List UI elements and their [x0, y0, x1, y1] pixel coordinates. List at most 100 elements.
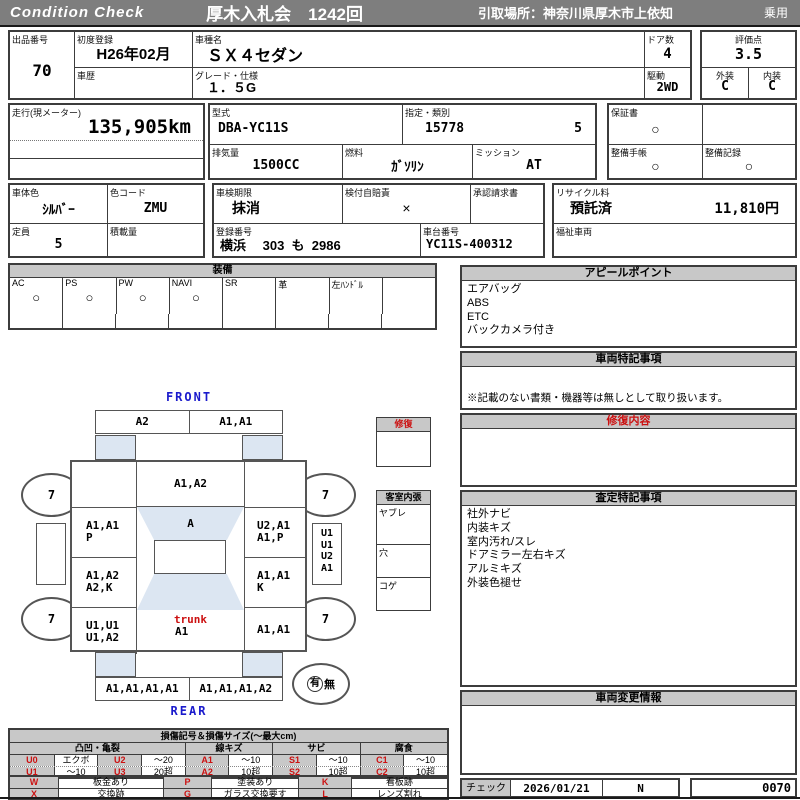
- check-label: チェック: [462, 780, 510, 796]
- trunk-damage: A1: [175, 624, 189, 638]
- check-number: 0070: [690, 778, 797, 798]
- equipment-cell-extra: [381, 278, 435, 314]
- hood: A1,A2: [137, 462, 244, 507]
- drive-cell: 駆動 2WD: [644, 67, 690, 98]
- vehicle-notes-title: 車両特記事項: [462, 353, 795, 367]
- vehicle-notes-panel: 車両特記事項 ※記載のない書類・機器等は無しとして取り扱います。: [460, 351, 797, 410]
- auction-sheet: Condition Check 厚木入札会 1242回 引取場所：神奈川県厚木市…: [0, 0, 800, 800]
- equipment-cell-lhd: 左ﾊﾝﾄﾞﾙ: [328, 278, 382, 314]
- color-code-label: 色コード: [110, 188, 147, 198]
- mileage-cell: 走行(現メーター) 135,905km: [10, 105, 203, 141]
- left-rear-fender: U1,U1 U1,A2: [72, 607, 137, 654]
- rear-label: REAR: [170, 704, 208, 718]
- insurance-label: 検付自賠責: [345, 188, 391, 198]
- welfare-cell: 福祉車両: [554, 223, 795, 256]
- inspection-label: 車検期限: [216, 188, 253, 198]
- repair-legend-row-1: W 板金あり P 塗装あり K 看板跡: [10, 777, 447, 788]
- headlight-left: [95, 435, 136, 460]
- front-bumper-right: A1,A1: [188, 411, 283, 433]
- maintenance-book-label: 整備手帳: [611, 148, 648, 158]
- auction-title: 厚木入札会 1242回: [206, 5, 363, 24]
- taillight-left: [95, 652, 136, 677]
- body-color-label: 車体色: [12, 188, 40, 198]
- lot-number-value: 70: [32, 61, 52, 80]
- front-bumper-left: A2: [135, 415, 149, 429]
- assessment-title: 査定特記事項: [462, 492, 795, 506]
- recycle-box: リサイクル料 預託済 11,810円 福祉車両: [552, 183, 797, 258]
- first-registration-cell: 初度登録 H26年02月: [74, 32, 192, 67]
- maintenance-book-cell: 整備手帳 ○: [609, 144, 702, 178]
- roof: [154, 540, 226, 574]
- doors-cell: ドア数 4: [644, 32, 690, 67]
- trunk: trunk A1: [137, 610, 244, 654]
- damage-diagram: FRONT 7 7 7 7 A2 A1,A1 A1,A2 A trunk A1 …: [0, 388, 460, 722]
- lot-number-cell: 出品番号 70: [10, 32, 74, 98]
- damage-legend: 損傷記号＆損傷サイズ(〜最大cm) 凸凹・亀裂 線キズ サビ 腐食 U0 エクボ …: [8, 728, 449, 779]
- repair-flag-box: 修復: [376, 417, 431, 467]
- equipment-table: 装備 AC ○ PS ○ PW ○ NAVI ○ SR 革 左ﾊﾝﾄﾞﾙ: [8, 263, 437, 330]
- insurance-cell: 検付自賠責 ×: [342, 185, 470, 223]
- legend-row-1: U0 エクボ U2 〜20 A1 〜10 S1 〜10 C1 〜10: [10, 755, 447, 766]
- mileage-label: 走行(現メーター): [12, 108, 81, 118]
- grade-cell: グレード・仕様 １．５G: [192, 67, 644, 98]
- rear-bumper: A1,A1,A1,A1 A1,A1,A1,A2: [95, 677, 283, 701]
- identity-box: 出品番号 70 初度登録 H26年02月 車歴 車種名 ＳＸ４セダン グレード・…: [8, 30, 692, 100]
- rear-window: [137, 574, 244, 610]
- class-cell: 指定・類別 15778 5: [402, 105, 595, 144]
- score-cell: 評価点 3.5: [702, 32, 795, 67]
- fuel-label: 燃料: [345, 148, 364, 158]
- exterior-grade-cell: 外装 C: [702, 67, 748, 98]
- score-label: 評価点: [734, 35, 762, 45]
- registration-number-cell: 登録番号 横浜 303 も 2986: [214, 223, 420, 256]
- change-info-panel: 車両変更情報: [460, 690, 797, 775]
- left-side-panel: [36, 523, 66, 585]
- trunk-label: trunk: [173, 613, 208, 626]
- bottom-rule: [0, 797, 800, 799]
- warranty-cell: 保証書 ○: [609, 105, 702, 144]
- repair-detail-panel: 修復内容: [460, 413, 797, 487]
- mileage-empty-row: [10, 141, 203, 159]
- recycle-status: 預託済: [570, 200, 612, 216]
- left-fender-front: [72, 462, 137, 507]
- load-label: 積載量: [110, 227, 138, 237]
- equipment-row: AC ○ PS ○ PW ○ NAVI ○ SR 革 左ﾊﾝﾄﾞﾙ: [10, 278, 435, 314]
- spare-tire-indicator: 有 無: [292, 663, 350, 705]
- pickup-location: 引取場所：神奈川県厚木市上依知: [478, 6, 674, 21]
- brand-title: Condition Check: [10, 4, 145, 21]
- check-date: 2026/01/21: [510, 780, 602, 796]
- model-name-cell: 車種名 ＳＸ４セダン: [192, 32, 644, 67]
- equipment-cell-ac: AC ○: [12, 278, 41, 305]
- displacement-cell: 排気量 1500CC: [210, 144, 342, 178]
- transmission-cell: ミッション AT: [472, 144, 595, 178]
- appeal-panel: アピールポイント エアバッグ ABS ETC バックカメラ付き: [460, 265, 797, 348]
- lot-number-label: 出品番号: [12, 35, 49, 45]
- documents-box: 保証書 ○ 整備手帳 ○ 整備記録 ○: [607, 103, 797, 180]
- vehicle-notes-note: ※記載のない書類・機器等は無しとして取り扱います。: [467, 391, 729, 404]
- repair-detail-title: 修復内容: [462, 415, 795, 429]
- class-value-2: 5: [574, 121, 582, 136]
- equipment-cell-ps: PS ○: [62, 278, 115, 314]
- right-side-panel: U1 U1 U2 A1: [312, 523, 342, 585]
- rear-bumper-right: A1,A1,A1,A2: [188, 678, 283, 700]
- assessment-lines: 社外ナビ 内装キズ 室内汚れ/スレ ドアミラー左右キズ アルミキズ 外装色褪せ: [467, 508, 566, 589]
- cabin-row-tear: ヤブレ: [377, 505, 430, 545]
- taillight-right: [242, 652, 283, 677]
- change-info-title: 車両変更情報: [462, 692, 795, 706]
- cabin-interior-title: 客室内張: [377, 491, 430, 505]
- registration-number-label: 登録番号: [216, 227, 253, 237]
- score-box: 評価点 3.5 外装 C 内装 C: [700, 30, 797, 100]
- model-name-value: ＳＸ４セダン: [207, 47, 304, 65]
- transmission-label: ミッション: [475, 148, 521, 158]
- cabin-row-burn: コゲ: [379, 581, 398, 591]
- assessment-panel: 査定特記事項 社外ナビ 内装キズ 室内汚れ/スレ ドアミラー左右キズ アルミキズ…: [460, 490, 797, 687]
- model-code-label: 型式: [212, 108, 231, 118]
- engine-box: 型式 DBA-YC11S 指定・類別 15778 5 排気量 1500CC 燃料…: [208, 103, 597, 180]
- class-value-1: 15778: [425, 121, 465, 136]
- front-label: FRONT: [165, 390, 213, 404]
- header-bar: Condition Check 厚木入札会 1242回 引取場所：神奈川県厚木市…: [0, 0, 800, 27]
- equipment-cell-leather: 革: [275, 278, 328, 314]
- right-front-door: U2,A1 A1,P: [244, 507, 305, 557]
- registration-box: 車検期限 抹消 検付自賠責 × 承認請求書 登録番号 横浜 303 も 2986…: [212, 183, 545, 258]
- fuel-cell: 燃料 ｶﾞｿﾘﾝ: [342, 144, 472, 178]
- grade-value: １．５G: [207, 80, 257, 95]
